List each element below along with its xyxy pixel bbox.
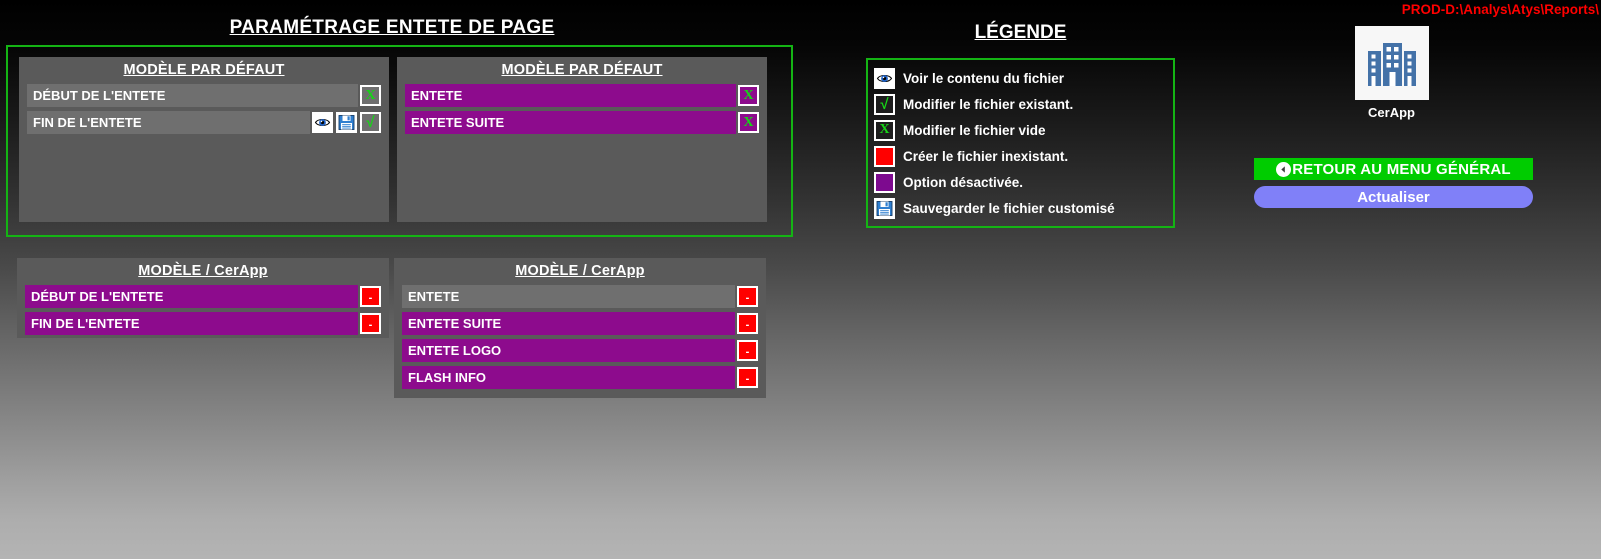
back-to-main-menu-label: RETOUR AU MENU GÉNÉRAL	[1292, 160, 1511, 178]
floppy-save-file-icon[interactable]	[336, 112, 357, 133]
table-row[interactable]: ENTETE -	[402, 285, 758, 308]
table-row[interactable]: FIN DE L'ENTETE -	[25, 312, 381, 335]
panel-title: MODÈLE / CerApp	[138, 263, 268, 279]
row-list: ENTETE X ENTETE SUITE X	[397, 78, 767, 134]
check-edit-file-icon[interactable]: √	[360, 112, 381, 133]
check-edit-file-icon: √	[874, 93, 895, 115]
legend-item: Option désactivée.	[874, 169, 1173, 195]
legend-item: Sauvegarder le fichier customisé	[874, 195, 1173, 221]
row-actions: √	[310, 112, 381, 133]
row-label: FIN DE L'ENTETE	[27, 111, 310, 134]
legend-label: Modifier le fichier existant.	[903, 96, 1074, 112]
x-empty-file-icon: X	[874, 119, 895, 141]
row-list: DÉBUT DE L'ENTETE - FIN DE L'ENTETE -	[17, 279, 389, 335]
panel-title: MODÈLE PAR DÉFAUT	[123, 62, 285, 78]
default-model-frame: MODÈLE PAR DÉFAUT DÉBUT DE L'ENTETE X FI…	[6, 45, 793, 237]
x-empty-file-icon[interactable]: X	[360, 85, 381, 106]
row-actions: -	[735, 313, 758, 334]
app-shortcut-label: CerApp	[1368, 105, 1415, 120]
row-label: FIN DE L'ENTETE	[25, 312, 358, 335]
legend-item: Créer le fichier inexistant.	[874, 143, 1173, 169]
page-title: PARAMÉTRAGE ENTETE DE PAGE	[229, 17, 555, 38]
refresh-label: Actualiser	[1357, 188, 1430, 206]
table-row[interactable]: ENTETE SUITE X	[405, 111, 759, 134]
office-buildings-icon	[1354, 26, 1429, 100]
row-label: FLASH INFO	[402, 366, 735, 389]
panel-cerapp-model-right: MODÈLE / CerApp ENTETE - ENTETE SUITE - …	[394, 258, 766, 398]
legend-label: Voir le contenu du fichier	[903, 70, 1065, 86]
row-list: DÉBUT DE L'ENTETE X FIN DE L'ENTETE √	[19, 78, 389, 134]
row-label: ENTETE SUITE	[402, 312, 735, 335]
back-to-main-menu-button[interactable]: RETOUR AU MENU GÉNÉRAL	[1254, 158, 1533, 180]
create-missing-file-icon[interactable]: -	[737, 340, 758, 361]
table-row[interactable]: ENTETE LOGO -	[402, 339, 758, 362]
legend-label: Option désactivée.	[903, 174, 1024, 190]
row-label: ENTETE LOGO	[402, 339, 735, 362]
table-row[interactable]: ENTETE SUITE -	[402, 312, 758, 335]
create-missing-file-icon[interactable]: -	[737, 313, 758, 334]
legend-item: X Modifier le fichier vide	[874, 117, 1173, 143]
row-label: ENTETE SUITE	[405, 111, 736, 134]
option-disabled-icon	[874, 171, 895, 193]
row-actions: -	[735, 340, 758, 361]
legend-title: LÉGENDE	[974, 22, 1067, 43]
panel-title: MODÈLE PAR DÉFAUT	[501, 62, 663, 78]
table-row[interactable]: FLASH INFO -	[402, 366, 758, 389]
table-row[interactable]: FIN DE L'ENTETE √	[27, 111, 381, 134]
create-missing-file-icon	[874, 145, 895, 167]
legend-box: Voir le contenu du fichier √ Modifier le…	[866, 58, 1175, 228]
x-empty-file-icon[interactable]: X	[738, 112, 759, 133]
panel-default-model-right: MODÈLE PAR DÉFAUT ENTETE X ENTETE SUITE …	[397, 57, 767, 222]
row-actions: -	[358, 313, 381, 334]
row-actions: -	[358, 286, 381, 307]
app-shortcut-cerapp[interactable]: CerApp	[1324, 26, 1459, 120]
row-list: ENTETE - ENTETE SUITE - ENTETE LOGO - FL…	[394, 279, 766, 389]
legend-label: Créer le fichier inexistant.	[903, 148, 1069, 164]
row-label: ENTETE	[405, 84, 736, 107]
panel-default-model-left: MODÈLE PAR DÉFAUT DÉBUT DE L'ENTETE X FI…	[19, 57, 389, 222]
create-missing-file-icon[interactable]: -	[360, 286, 381, 307]
panel-title: MODÈLE / CerApp	[515, 263, 645, 279]
eye-view-file-icon[interactable]	[312, 112, 333, 133]
row-actions: X	[736, 112, 759, 133]
create-missing-file-icon[interactable]: -	[737, 286, 758, 307]
legend-item: Voir le contenu du fichier	[874, 65, 1173, 91]
row-actions: -	[735, 367, 758, 388]
row-label: DÉBUT DE L'ENTETE	[27, 84, 358, 107]
create-missing-file-icon[interactable]: -	[360, 313, 381, 334]
row-actions: X	[736, 85, 759, 106]
eye-view-file-icon	[874, 67, 895, 89]
table-row[interactable]: DÉBUT DE L'ENTETE -	[25, 285, 381, 308]
x-empty-file-icon[interactable]: X	[738, 85, 759, 106]
back-arrow-icon	[1276, 161, 1292, 177]
row-label: DÉBUT DE L'ENTETE	[25, 285, 358, 308]
table-row[interactable]: DÉBUT DE L'ENTETE X	[27, 84, 381, 107]
panel-cerapp-model-left: MODÈLE / CerApp DÉBUT DE L'ENTETE - FIN …	[17, 258, 389, 338]
create-missing-file-icon[interactable]: -	[737, 367, 758, 388]
table-row[interactable]: ENTETE X	[405, 84, 759, 107]
refresh-button[interactable]: Actualiser	[1254, 186, 1533, 208]
floppy-save-file-icon	[874, 197, 895, 219]
legend-label: Modifier le fichier vide	[903, 122, 1046, 138]
row-label: ENTETE	[402, 285, 735, 308]
legend-label: Sauvegarder le fichier customisé	[903, 200, 1115, 216]
legend-item: √ Modifier le fichier existant.	[874, 91, 1173, 117]
row-actions: -	[735, 286, 758, 307]
row-actions: X	[358, 85, 381, 106]
environment-path-label: PROD-D:\Analys\Atys\Reports\	[1401, 2, 1599, 17]
